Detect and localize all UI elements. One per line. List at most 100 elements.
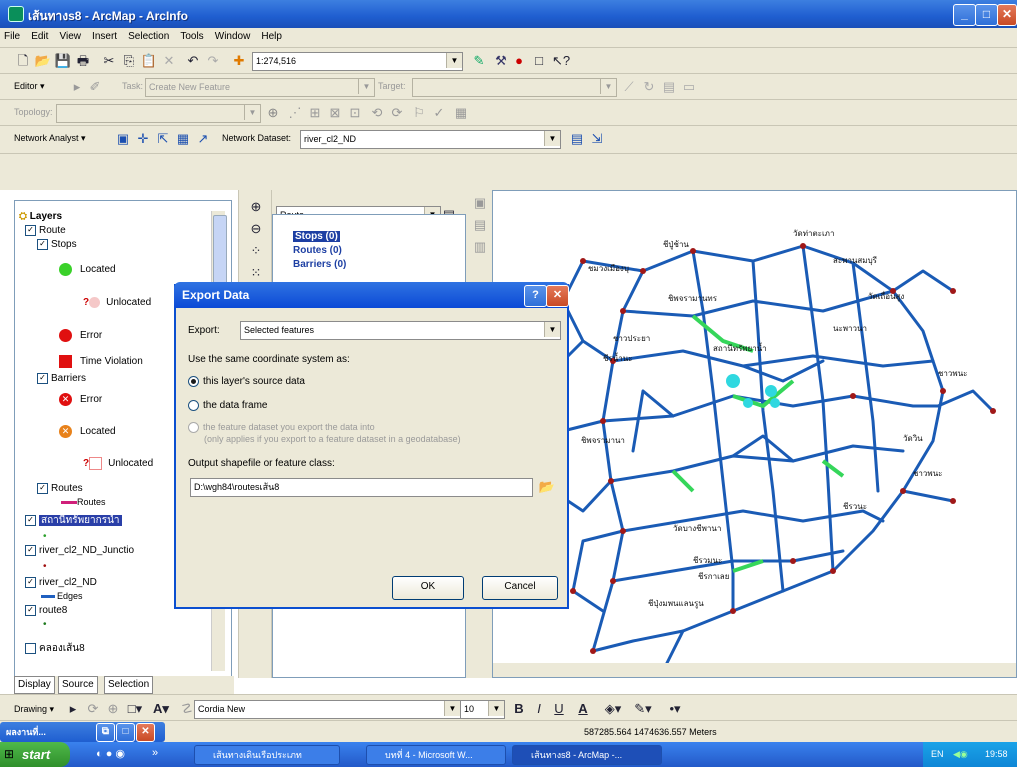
open-icon[interactable]: 📂: [34, 52, 52, 69]
arctoolbox-icon[interactable]: ⚒: [492, 52, 510, 69]
undo-icon[interactable]: ↶: [184, 52, 202, 69]
checkbox[interactable]: ✓: [37, 483, 48, 494]
menu-help[interactable]: Help: [257, 28, 286, 42]
toc-layer-route[interactable]: ✓ Route: [25, 225, 66, 236]
chevron-down-icon[interactable]: ▼: [544, 131, 560, 146]
new-icon[interactable]: 🗋: [14, 52, 32, 69]
zoom-in-icon[interactable]: ⊕: [247, 198, 265, 215]
font-size-select[interactable]: 10 ▼: [460, 700, 505, 719]
fixed-zoom-in-icon[interactable]: ⁘: [247, 242, 265, 259]
maximize-button[interactable]: □: [975, 4, 998, 26]
help-button[interactable]: ?: [524, 285, 547, 307]
browse-folder-icon[interactable]: 📂: [538, 478, 556, 495]
new-rectangle-icon[interactable]: □▾: [126, 700, 144, 717]
maximize-button[interactable]: □: [116, 723, 135, 742]
network-properties-icon[interactable]: ⇲: [588, 130, 606, 147]
task-arcmap[interactable]: เส้นทางs8 - ArcMap -...: [512, 745, 662, 765]
sketch-tool-icon[interactable]: ✐: [86, 78, 104, 95]
task-select[interactable]: Create New Feature ▼: [145, 78, 375, 97]
print-icon[interactable]: 🖶: [74, 52, 92, 69]
close-button[interactable]: ✕: [136, 723, 155, 742]
toc-layers[interactable]: ⛭ Layers: [19, 211, 62, 222]
task-explorer[interactable]: เส้นทางเดินเรือประเภท: [194, 745, 340, 765]
chevron-down-icon[interactable]: ▼: [244, 105, 260, 120]
menu-window[interactable]: Window: [211, 28, 255, 42]
checkbox[interactable]: ✓: [25, 514, 36, 526]
italic-button[interactable]: I: [530, 700, 548, 717]
line-color-icon[interactable]: ✎▾: [634, 700, 652, 717]
menu-selection[interactable]: Selection: [124, 28, 173, 42]
sketch-properties-icon[interactable]: ▭: [680, 78, 698, 95]
quick-launch-icon[interactable]: ◐ ● ◉: [96, 747, 125, 760]
bold-button[interactable]: B: [510, 700, 528, 717]
network-dataset-select[interactable]: river_cl2_ND ▼: [300, 130, 561, 149]
rotate-icon[interactable]: ⟳: [84, 700, 102, 717]
option-data-frame[interactable]: the data frame: [188, 400, 267, 411]
editor-menu[interactable]: Editor ▾: [14, 81, 45, 92]
checkbox[interactable]: ✓: [25, 577, 36, 588]
validate-icon[interactable]: ⟳: [388, 104, 406, 121]
na-tool-icon[interactable]: ▣: [471, 194, 489, 211]
tab-selection[interactable]: Selection: [104, 676, 154, 694]
quick-launch-arrows-icon[interactable]: »: [152, 747, 158, 759]
cancel-button[interactable]: Cancel: [482, 576, 558, 600]
chevron-down-icon[interactable]: ▼: [600, 79, 616, 94]
attributes-icon[interactable]: ▤: [660, 78, 678, 95]
delete-icon[interactable]: ✕: [160, 52, 178, 69]
na-tool-icon[interactable]: ▥: [471, 238, 489, 255]
toc-layer-stations[interactable]: ✓ สถานีทรัพยากรน้ำ: [25, 513, 122, 528]
menu-tools[interactable]: Tools: [176, 28, 207, 42]
solve-icon[interactable]: ▦: [174, 130, 192, 147]
option-feature-dataset[interactable]: the feature dataset you export the data …: [188, 422, 375, 434]
chevron-down-icon[interactable]: ▼: [544, 322, 560, 337]
font-select[interactable]: Cordia New ▼: [194, 700, 461, 719]
chevron-down-icon[interactable]: ▼: [444, 701, 460, 716]
fix-error-icon[interactable]: ✓: [430, 104, 448, 121]
redo-icon[interactable]: ↷: [204, 52, 222, 69]
fixed-zoom-out-icon[interactable]: ⁙: [247, 264, 265, 281]
paste-icon[interactable]: 📋: [140, 52, 158, 69]
edit-tool-icon[interactable]: ▸: [68, 78, 86, 95]
target-select[interactable]: ▼: [412, 78, 617, 97]
topology-tool-icon[interactable]: ⊡: [346, 104, 364, 121]
toc-layer-route8[interactable]: ✓ route8: [25, 605, 67, 616]
fill-color-icon[interactable]: ◈▾: [604, 700, 622, 717]
zoom-whole-page-icon[interactable]: ⊕: [104, 700, 122, 717]
checkbox[interactable]: ✓: [25, 545, 36, 556]
font-color-button[interactable]: A: [574, 700, 592, 717]
topology-select[interactable]: ▼: [56, 104, 261, 123]
directions-icon[interactable]: ↗: [194, 130, 212, 147]
topology-tool-icon[interactable]: ⊞: [306, 104, 324, 121]
error-inspector-icon[interactable]: ⚐: [410, 104, 428, 121]
restore-button[interactable]: ⧉: [96, 723, 115, 742]
map-view[interactable]: ชีปู่ช้าน ชมวงเมืองบุ วัดท่าตะเภา สะพานส…: [492, 190, 1017, 678]
na-tool-icon[interactable]: ▤: [471, 216, 489, 233]
menu-insert[interactable]: Insert: [88, 28, 121, 42]
map-scrollbar[interactable]: [493, 663, 1016, 677]
menu-file[interactable]: File: [0, 28, 24, 42]
task-word[interactable]: บทที่ 4 - Microsoft W...: [366, 745, 506, 765]
cut-icon[interactable]: ✂: [100, 52, 118, 69]
menu-view[interactable]: View: [55, 28, 85, 42]
select-location-icon[interactable]: ⇱: [154, 130, 172, 147]
network-analyst-menu[interactable]: Network Analyst ▾: [14, 133, 86, 144]
close-button[interactable]: ✕: [997, 4, 1017, 26]
na-item-routes[interactable]: Routes (0): [293, 245, 342, 256]
radio-button[interactable]: [188, 400, 199, 411]
export-select[interactable]: Selected features ▼: [240, 321, 561, 340]
radio-button[interactable]: [188, 422, 199, 434]
tab-source[interactable]: Source: [58, 676, 98, 694]
dialog-close-button[interactable]: ✕: [546, 285, 569, 307]
menu-edit[interactable]: Edit: [27, 28, 52, 42]
minimize-button[interactable]: _: [953, 4, 976, 26]
topology-tool-icon[interactable]: ⊠: [326, 104, 344, 121]
ok-button[interactable]: OK: [392, 576, 464, 600]
save-icon[interactable]: 💾: [54, 52, 72, 69]
radio-button[interactable]: [188, 376, 199, 387]
na-item-stops[interactable]: Stops (0): [293, 231, 340, 242]
copy-icon[interactable]: ⎘: [120, 52, 138, 69]
validate-icon[interactable]: ⟲: [368, 104, 386, 121]
zoom-out-icon[interactable]: ⊖: [247, 220, 265, 237]
split-tool-icon[interactable]: ⟋: [620, 78, 638, 95]
tab-display[interactable]: Display: [14, 676, 55, 694]
